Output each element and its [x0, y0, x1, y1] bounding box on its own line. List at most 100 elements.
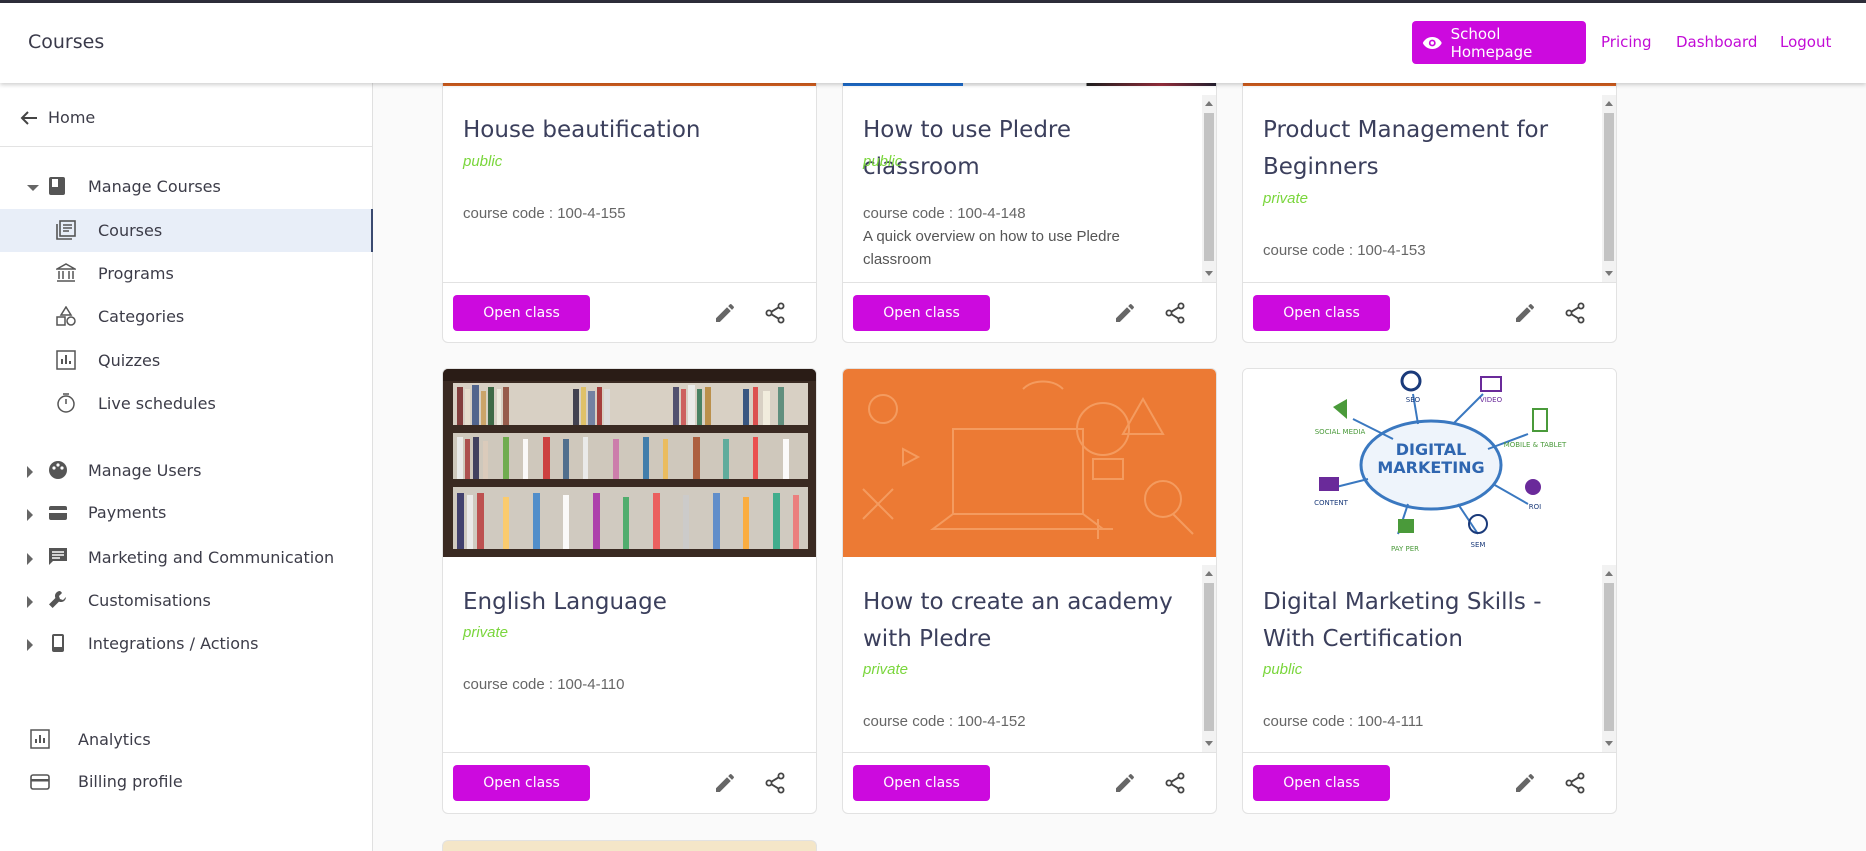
digital-marketing-image: DIGITAL MARKETING SEO VIDEO SOCIAL MEDIA…	[1243, 369, 1616, 557]
library-books-icon	[56, 220, 76, 240]
scroll-up-arrow[interactable]	[1605, 101, 1613, 106]
courses-label: Courses	[98, 220, 163, 240]
live-schedules-label: Live schedules	[98, 393, 216, 413]
scroll-thumb[interactable]	[1604, 113, 1614, 261]
scroll-up-arrow[interactable]	[1205, 571, 1213, 576]
caret-right-icon[interactable]	[27, 509, 33, 521]
sidebar-item-billing[interactable]: Billing profile	[30, 772, 183, 791]
book-icon	[49, 177, 65, 195]
edit-pencil-icon[interactable]	[1113, 301, 1137, 325]
sidebar-item-categories[interactable]: Categories	[56, 306, 184, 326]
credit-card-icon	[49, 505, 67, 520]
sidebar-item-customisations[interactable]: Customisations	[48, 590, 211, 610]
scroll-thumb[interactable]	[1604, 583, 1614, 731]
phone-device-icon	[52, 634, 64, 652]
card-scrollbar[interactable]	[1202, 95, 1216, 282]
manage-users-label: Manage Users	[88, 460, 202, 480]
course-title: English Language	[463, 589, 667, 615]
open-class-button[interactable]: Open class	[853, 765, 990, 801]
scroll-down-arrow[interactable]	[1205, 741, 1213, 746]
card-footer: Open class	[843, 282, 1216, 342]
course-title: Digital Marketing Skills - With Certific…	[1263, 589, 1542, 652]
share-icon[interactable]	[1563, 301, 1587, 325]
course-code: course code : 100-4-110	[463, 676, 625, 693]
course-card: House beautification public course code …	[442, 62, 817, 343]
card-footer: Open class	[1243, 282, 1616, 342]
caret-right-icon[interactable]	[27, 639, 33, 651]
sidebar-item-quizzes[interactable]: Quizzes	[56, 350, 160, 370]
open-class-button[interactable]: Open class	[1253, 295, 1390, 331]
logout-link[interactable]: Logout	[1780, 33, 1831, 51]
course-visibility: private	[863, 661, 909, 678]
course-code: course code : 100-4-111	[1263, 713, 1424, 730]
dm-label-sem: SEM	[1471, 541, 1486, 549]
sidebar-item-analytics[interactable]: Analytics	[30, 729, 151, 749]
analytics-icon	[30, 729, 50, 749]
share-icon[interactable]	[1563, 771, 1587, 795]
dm-label-video: VIDEO	[1480, 396, 1503, 404]
card-scrollbar[interactable]	[1602, 95, 1616, 282]
card-scrollbar[interactable]	[1602, 565, 1616, 752]
caret-down-icon[interactable]	[27, 185, 39, 191]
course-visibility: public	[463, 153, 503, 170]
scroll-thumb[interactable]	[1204, 113, 1214, 261]
edit-pencil-icon[interactable]	[713, 771, 737, 795]
bank-icon	[56, 263, 76, 282]
open-class-button[interactable]: Open class	[453, 295, 590, 331]
caret-right-icon[interactable]	[27, 596, 33, 608]
scroll-down-arrow[interactable]	[1605, 271, 1613, 276]
course-title: How to use Pledre classroom	[863, 117, 1072, 180]
scroll-thumb[interactable]	[1204, 583, 1214, 731]
course-card: How to create an academy with Pledre pri…	[842, 368, 1217, 814]
course-visibility: private	[1263, 190, 1309, 207]
pricing-link[interactable]: Pricing	[1601, 33, 1652, 51]
categories-label: Categories	[98, 306, 185, 326]
course-card: How to use Pledre classroom public cours…	[842, 62, 1217, 343]
caret-right-icon[interactable]	[27, 466, 33, 478]
dm-center-line-2: MARKETING	[1377, 458, 1484, 477]
edit-pencil-icon[interactable]	[1513, 771, 1537, 795]
scroll-down-arrow[interactable]	[1605, 741, 1613, 746]
course-title: How to create an academy with Pledre	[863, 589, 1173, 652]
dashboard-link[interactable]: Dashboard	[1676, 33, 1757, 51]
share-icon[interactable]	[1163, 301, 1187, 325]
sidebar-item-manage-users[interactable]: Manage Users	[48, 460, 201, 480]
sidebar-item-payments[interactable]: Payments	[48, 503, 166, 522]
wrench-icon	[49, 591, 67, 608]
sidebar-item-marketing[interactable]: Marketing and Communication	[48, 547, 334, 567]
divider	[0, 146, 372, 147]
edit-pencil-icon[interactable]	[1513, 301, 1537, 325]
manage-courses-label: Manage Courses	[88, 176, 221, 196]
caret-right-icon[interactable]	[27, 553, 33, 565]
category-icon	[56, 306, 76, 326]
course-title: Product Management for Beginners	[1263, 117, 1549, 180]
scroll-down-arrow[interactable]	[1205, 271, 1213, 276]
scroll-up-arrow[interactable]	[1205, 101, 1213, 106]
sidebar-item-programs[interactable]: Programs	[56, 263, 174, 283]
open-class-button[interactable]: Open class	[1253, 765, 1390, 801]
edit-pencil-icon[interactable]	[1113, 771, 1137, 795]
share-icon[interactable]	[1163, 771, 1187, 795]
card-image-edge	[1243, 83, 1616, 86]
school-homepage-button[interactable]: School Homepage	[1412, 21, 1586, 64]
bookshelf-image	[443, 369, 816, 557]
share-icon[interactable]	[763, 771, 787, 795]
card-footer: Open class	[443, 282, 816, 342]
school-homepage-label: School Homepage	[1450, 24, 1533, 61]
share-icon[interactable]	[763, 301, 787, 325]
course-visibility: public	[863, 153, 903, 170]
page-title: Courses	[28, 31, 105, 53]
sidebar-item-manage-courses[interactable]: Manage Courses	[48, 176, 221, 196]
card-scrollbar[interactable]	[1202, 565, 1216, 752]
sidebar-item-live-schedules[interactable]: Live schedules	[56, 393, 216, 413]
scroll-up-arrow[interactable]	[1605, 571, 1613, 576]
sidebar-item-home[interactable]: Home	[20, 108, 95, 127]
open-class-button[interactable]: Open class	[453, 765, 590, 801]
poll-icon	[56, 350, 76, 370]
sidebar-item-courses[interactable]: Courses	[56, 220, 162, 240]
sidebar-item-integrations[interactable]: Integrations / Actions	[48, 633, 259, 653]
open-class-button[interactable]: Open class	[853, 295, 990, 331]
course-description: A quick overview on how to use Pledre cl…	[863, 228, 1120, 268]
edit-pencil-icon[interactable]	[713, 301, 737, 325]
course-card-partial	[442, 840, 817, 851]
